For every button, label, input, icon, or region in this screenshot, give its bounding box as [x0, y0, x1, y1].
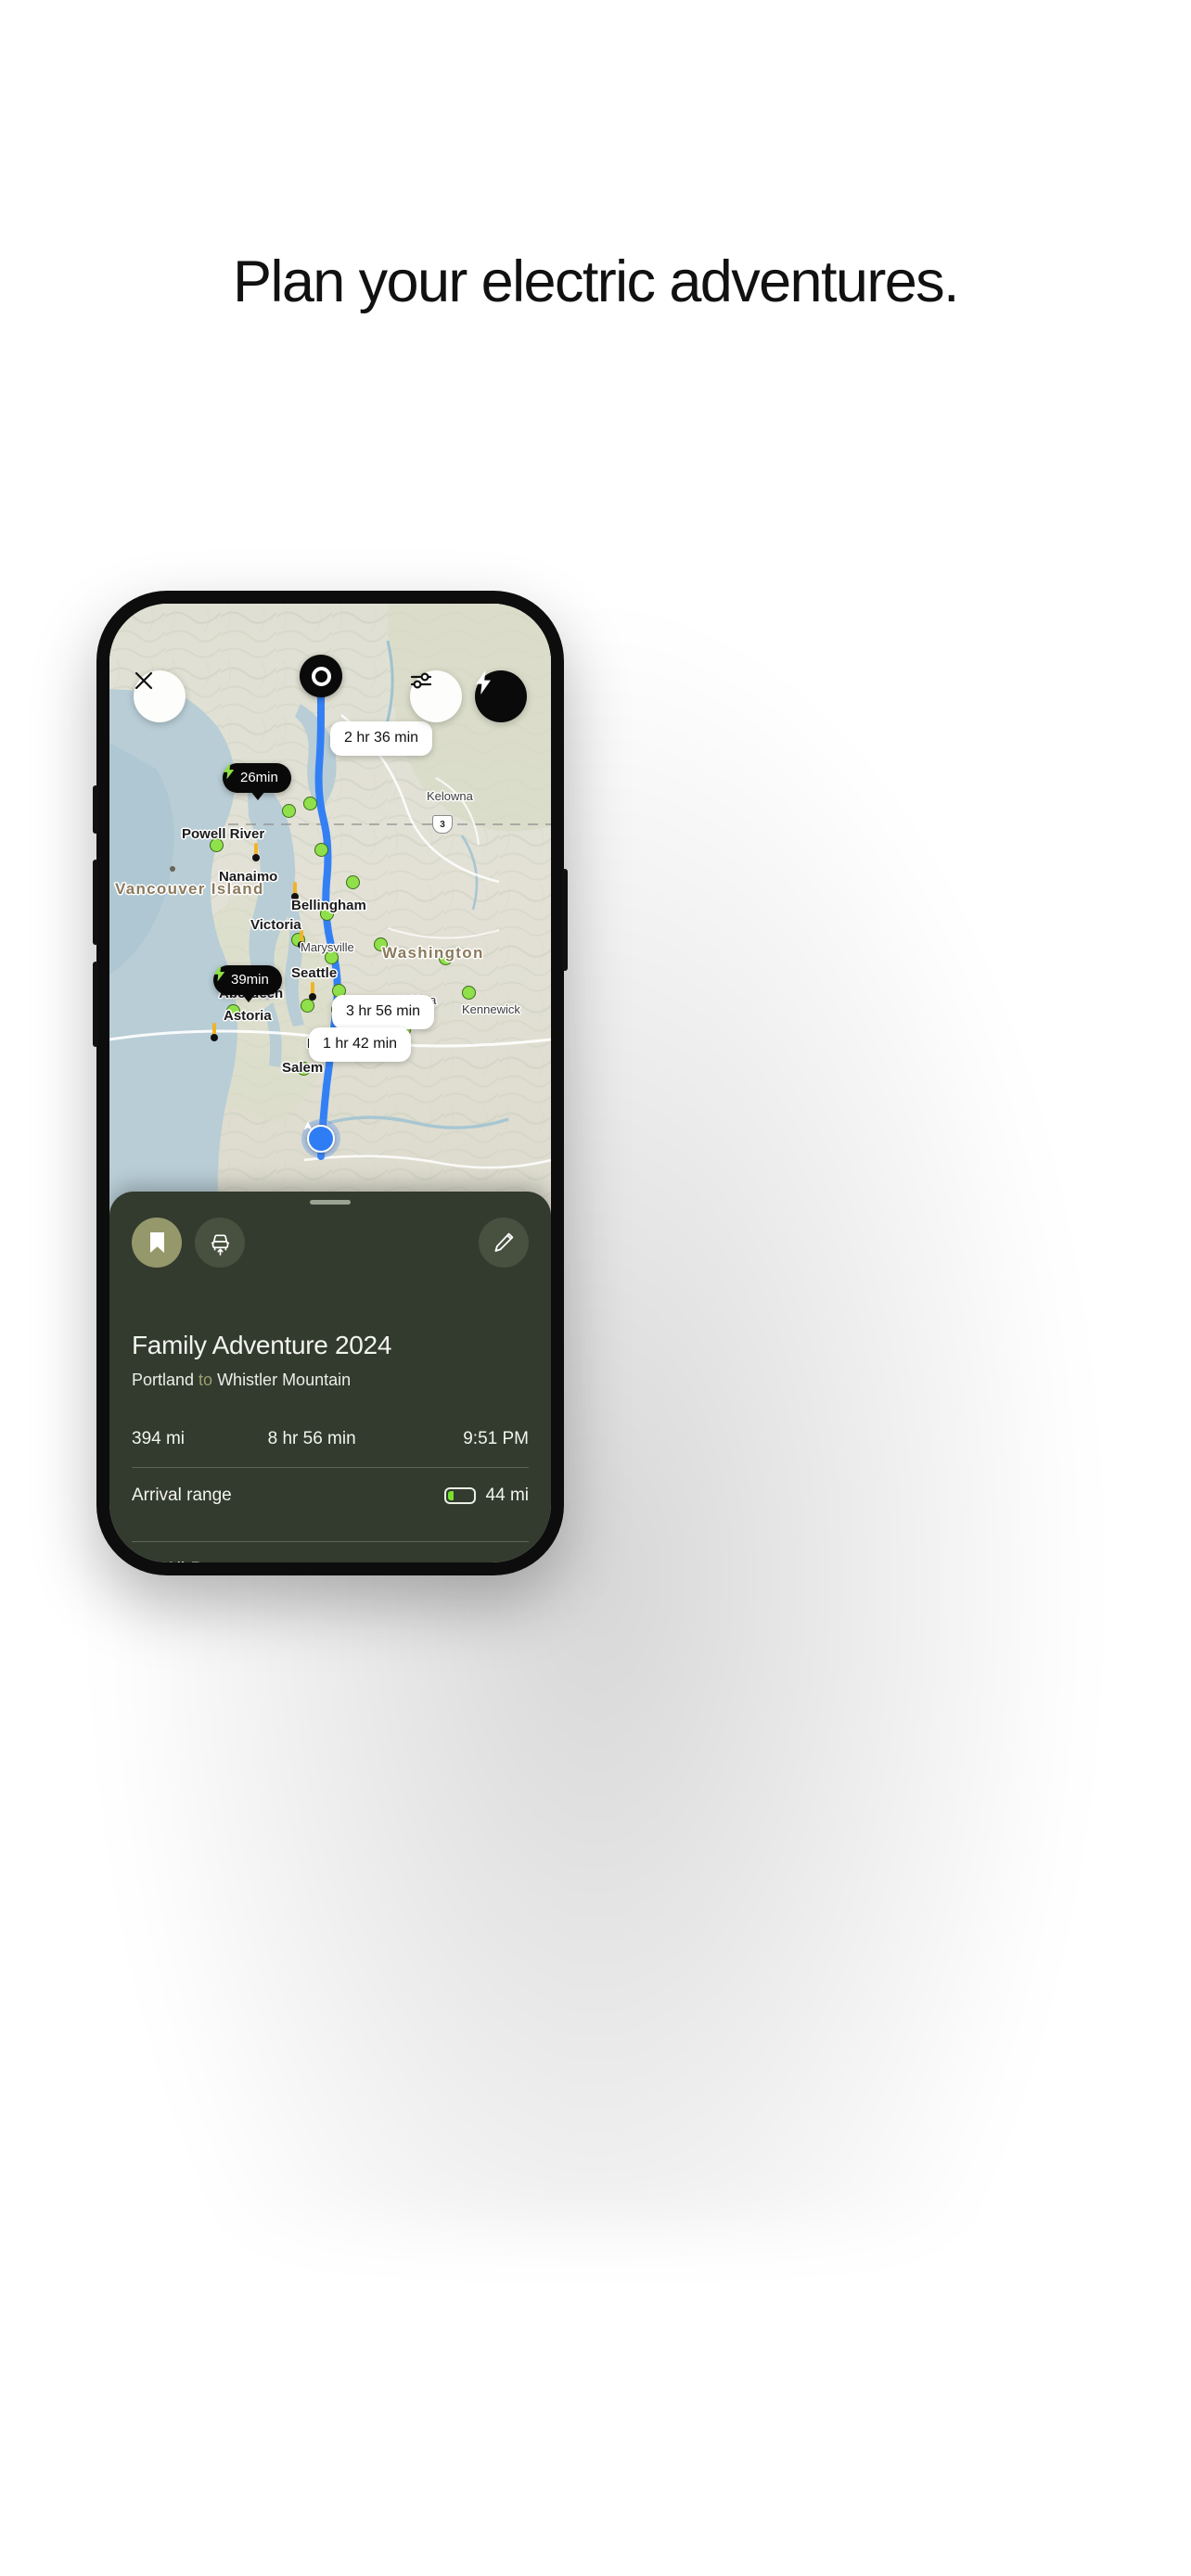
city-pin [309, 982, 316, 1001]
arrival-range-value: 44 mi [485, 1486, 529, 1505]
route-endpoint-icon [311, 666, 331, 686]
trip-connector: to [194, 1371, 218, 1389]
current-location-marker[interactable] [301, 1119, 340, 1158]
map-label-powell-river: Powell River [182, 826, 265, 842]
arrival-range-label: Arrival range [132, 1486, 232, 1505]
current-location-icon [303, 1121, 335, 1153]
trip-distance: 394 mi [132, 1429, 186, 1448]
vehicle-profile-label: All-Purpose [165, 1560, 256, 1562]
map-label-bellingham: Bellingham [291, 898, 366, 913]
charge-stop-pill-1[interactable]: 26min [223, 763, 291, 800]
trip-origin: Portland [132, 1371, 195, 1389]
charger-dot[interactable] [314, 843, 328, 857]
map-poi-dot [170, 866, 175, 872]
trip-title: Family Adventure 2024 [132, 1331, 392, 1359]
phone-screen-bezel: Powell River Vancouver Island Nanaimo Vi… [109, 604, 551, 1562]
map-label-kennewick: Kennewick [462, 1002, 520, 1016]
trip-destination: Whistler Mountain [217, 1371, 352, 1389]
charger-dot[interactable] [462, 986, 476, 1000]
filter-sliders-icon [410, 672, 432, 689]
app-screen: Powell River Vancouver Island Nanaimo Vi… [109, 604, 551, 1562]
sheet-grabber[interactable] [310, 1200, 351, 1205]
leg-duration-bubble-1[interactable]: 2 hr 36 min [330, 721, 433, 756]
trip-summary: Family Adventure 2024 Portland to Whistl… [109, 1331, 551, 1562]
close-button[interactable] [134, 670, 186, 722]
map-label-victoria: Victoria [250, 917, 301, 933]
battery-icon [443, 1487, 476, 1504]
arrival-range-row[interactable]: Arrival range 44 mi [132, 1468, 529, 1524]
trip-route-summary: Portland to Whistler Mountain [132, 1371, 529, 1390]
app-store-screenshot: Plan your electric adventures. Powell Ri… [0, 0, 1191, 2576]
send-to-car-icon [211, 1233, 229, 1256]
charger-dot[interactable] [282, 804, 296, 818]
map-label-astoria: Astoria [224, 1008, 272, 1024]
vehicle-profile-row[interactable]: All-Purpose [132, 1542, 529, 1562]
pill-tail [240, 993, 256, 1002]
highway-shield: 3 [432, 815, 453, 834]
trip-duration: 8 hr 56 min [267, 1429, 356, 1448]
pencil-icon [494, 1232, 514, 1252]
filter-button[interactable] [410, 670, 462, 722]
volume-up-button[interactable] [93, 860, 98, 945]
pill-tail [250, 791, 265, 800]
map-label-salem: Salem [282, 1060, 324, 1076]
power-button[interactable] [562, 869, 568, 971]
map-label-washington: Washington [382, 944, 484, 962]
route-endpoint-marker[interactable] [300, 655, 342, 697]
lightning-bolt-icon [476, 670, 491, 695]
leg-duration-bubble-3[interactable]: 1 hr 42 min [309, 1027, 412, 1062]
trip-stats-row: 394 mi 8 hr 56 min 9:51 PM [132, 1429, 529, 1449]
map-label-nanaimo: Nanaimo [219, 869, 278, 885]
trip-detail-sheet[interactable]: Family Adventure 2024 Portland to Whistl… [109, 1192, 551, 1562]
send-to-car-button[interactable] [195, 1218, 245, 1268]
bookmark-icon [149, 1232, 164, 1253]
mute-switch[interactable] [93, 785, 98, 834]
charge-duration-label: 26min [240, 770, 278, 785]
page-title: Plan your electric adventures. [233, 249, 960, 314]
city-pin [211, 1023, 218, 1041]
save-trip-button[interactable] [132, 1218, 182, 1268]
charge-duration-label: 39min [231, 972, 269, 988]
charge-stop-pill-2[interactable]: 39min [213, 965, 282, 1002]
road-icon [134, 1559, 150, 1562]
map-canvas[interactable]: Powell River Vancouver Island Nanaimo Vi… [109, 604, 551, 1234]
map-label-seattle: Seattle [291, 965, 338, 981]
map-label-kelowna: Kelowna [427, 789, 473, 803]
leg-duration-bubble-2[interactable]: 3 hr 56 min [332, 995, 435, 1029]
charger-dot[interactable] [301, 999, 314, 1013]
city-pin [252, 843, 260, 861]
edit-trip-button[interactable] [479, 1218, 529, 1268]
charging-filter-button[interactable] [475, 670, 527, 722]
phone-device-frame: Powell River Vancouver Island Nanaimo Vi… [93, 591, 568, 1575]
trip-arrival-time: 9:51 PM [463, 1429, 529, 1448]
close-icon [134, 671, 153, 690]
charger-dot[interactable] [303, 797, 317, 810]
map-label-marysville: Marysville [301, 940, 354, 954]
charger-dot[interactable] [346, 875, 360, 889]
volume-down-button[interactable] [93, 962, 98, 1047]
arrival-range-value-group: 44 mi [443, 1486, 529, 1506]
sheet-action-bar [109, 1218, 551, 1268]
